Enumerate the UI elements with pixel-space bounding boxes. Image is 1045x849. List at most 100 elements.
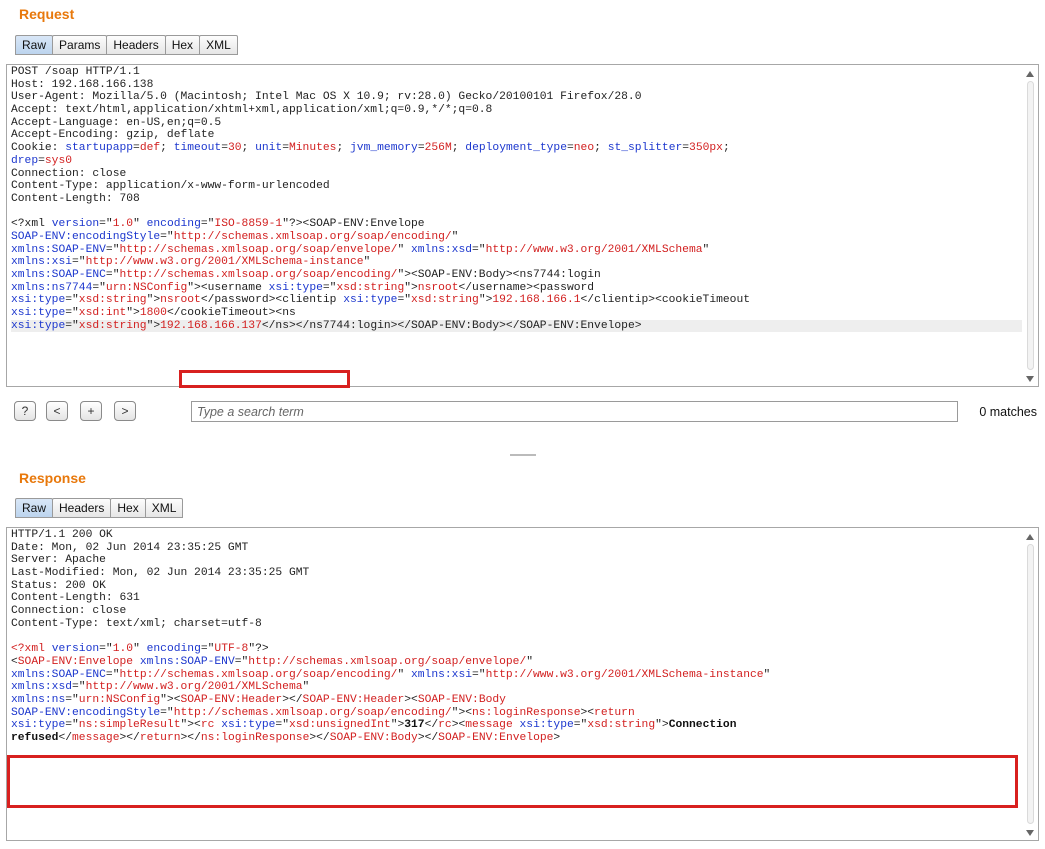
request-tab-hex[interactable]: Hex (164, 35, 201, 55)
search-add-button[interactable]: + (80, 401, 102, 421)
code-token: Server: Apache (11, 554, 106, 567)
code-token: Minutes (289, 142, 337, 155)
code-token: xmlns:ns (11, 693, 66, 706)
request-editor[interactable]: POST /soap HTTP/1.1 Host: 192.168.166.138… (6, 64, 1039, 387)
code-token: SOAP-ENV:Header (302, 693, 405, 706)
code-token: 350px (689, 142, 723, 155)
code-line: Last-Modified: Mon, 02 Jun 2014 23:35:25… (11, 567, 1022, 580)
match-count: 0 matches (979, 405, 1037, 419)
request-text[interactable]: POST /soap HTTP/1.1 Host: 192.168.166.138… (11, 66, 1022, 386)
code-token: st_splitter (607, 142, 683, 155)
code-token: ns:simpleResult (78, 719, 181, 732)
response-tab-xml[interactable]: XML (144, 498, 184, 518)
response-tab-headers[interactable]: Headers (52, 498, 112, 518)
code-token: xsi:type (221, 719, 276, 732)
search-help-button[interactable]: ? (14, 401, 36, 421)
code-token: ; (241, 142, 256, 155)
code-token: </password><clientip (200, 294, 344, 307)
code-token: SOAP-ENV:encodingStyle (11, 230, 161, 243)
response-text[interactable]: HTTP/1.1 200 OK Date: Mon, 02 Jun 2014 23… (11, 529, 1022, 840)
code-line: Connection: close (11, 168, 1022, 181)
code-token: </ (58, 732, 73, 744)
code-token: timeout (173, 142, 222, 155)
code-token: =" (65, 693, 79, 706)
code-token: message (72, 732, 120, 744)
response-tab-hex[interactable]: Hex (110, 498, 146, 518)
code-line: Accept: text/html,application/xhtml+xml,… (11, 104, 1022, 117)
code-token: Accept: text/html,application/xhtml+xml,… (11, 104, 493, 117)
request-tab-headers[interactable]: Headers (106, 35, 166, 55)
code-line: xmlns:xsi="http://www.w3.org/2001/XMLSch… (11, 256, 1022, 269)
request-scrollbar[interactable] (1023, 65, 1038, 386)
code-token: 192.168.166.1 (492, 294, 581, 307)
request-tab-params[interactable]: Params (52, 35, 108, 55)
request-tab-xml[interactable]: XML (199, 35, 238, 55)
code-line: Content-Type: text/xml; charset=utf-8 (11, 618, 1022, 631)
code-token: " (702, 243, 710, 256)
code-line: Server: Apache (11, 554, 1022, 567)
code-token: " (526, 655, 534, 668)
code-token: ; (336, 142, 351, 155)
code-token: =" (275, 719, 289, 732)
code-token: xsd:string (78, 319, 147, 332)
code-token: ></ (282, 693, 303, 706)
search-prev-button[interactable]: < (46, 401, 68, 421)
response-title: Response (19, 470, 86, 486)
code-token: ></ (180, 732, 201, 744)
code-token: "> (390, 719, 405, 732)
scroll-up-icon[interactable] (1026, 71, 1034, 77)
scroll-down-icon[interactable] (1026, 376, 1034, 382)
request-tab-raw[interactable]: Raw (15, 35, 54, 55)
code-token: http://www.w3.org/2001/XMLSchema (85, 681, 303, 694)
code-token: " (363, 256, 371, 269)
code-token: =" (160, 230, 174, 243)
code-token: " (133, 643, 147, 656)
scroll-track[interactable] (1027, 81, 1034, 370)
search-input[interactable] (191, 401, 958, 422)
code-token: ">< (451, 706, 473, 719)
code-token: def (139, 142, 161, 155)
code-token: >< (404, 693, 418, 706)
code-line: POST /soap HTTP/1.1 (11, 66, 1022, 79)
response-scrollbar[interactable] (1023, 528, 1038, 840)
code-token: ></ (417, 732, 439, 744)
scroll-up-icon[interactable] (1026, 534, 1034, 540)
code-token: xsi:type (11, 307, 66, 320)
code-line: xsi:type="xsd:int">1800</cookieTimeout><… (11, 307, 1022, 320)
code-token: =" (160, 706, 174, 719)
code-token: "> (126, 307, 140, 320)
code-token: = (282, 142, 289, 155)
code-token: message (465, 719, 513, 732)
code-token: 192.168.166.137 (160, 319, 262, 332)
code-token: "> (655, 719, 669, 732)
code-token: xmlns:SOAP-ENV (139, 655, 235, 668)
response-editor[interactable]: HTTP/1.1 200 OK Date: Mon, 02 Jun 2014 23… (6, 527, 1039, 841)
code-line: Date: Mon, 02 Jun 2014 23:35:25 GMT (11, 542, 1022, 555)
code-token: " (763, 668, 771, 681)
code-token: deployment_type (465, 142, 567, 155)
code-token: version (51, 218, 100, 231)
code-line: xmlns:SOAP-ENV="http://schemas.xmlsoap.o… (11, 244, 1022, 257)
code-token: neo (573, 142, 595, 155)
code-token: ></ (119, 732, 140, 744)
code-line: xmlns:SOAP-ENC="http://schemas.xmlsoap.o… (11, 669, 1022, 682)
code-token: 30 (227, 142, 242, 155)
code-token: =" (105, 243, 120, 256)
code-token: Connection (668, 719, 737, 732)
code-line: Accept-Language: en-US,en;q=0.5 (11, 117, 1022, 130)
code-line: xmlns:xsd="http://www.w3.org/2001/XMLSch… (11, 681, 1022, 694)
code-token: http://schemas.xmlsoap.org/soap/encoding… (119, 269, 398, 281)
code-token: " (133, 218, 147, 231)
code-token: =" (200, 643, 215, 656)
response-tab-raw[interactable]: Raw (15, 498, 54, 518)
code-token: ; (594, 142, 608, 155)
code-line: xsi:type="xsd:string">192.168.166.137</n… (11, 319, 1022, 333)
code-token: xmlns:xsd (411, 243, 473, 256)
code-token: " (302, 681, 310, 694)
pane-splitter[interactable] (510, 454, 536, 456)
code-token: xmlns:xsd (11, 681, 73, 694)
scroll-track[interactable] (1027, 544, 1034, 824)
scroll-down-icon[interactable] (1026, 830, 1034, 836)
search-next-button[interactable]: > (114, 401, 136, 421)
code-token: SOAP-ENV:Envelope (438, 732, 554, 744)
